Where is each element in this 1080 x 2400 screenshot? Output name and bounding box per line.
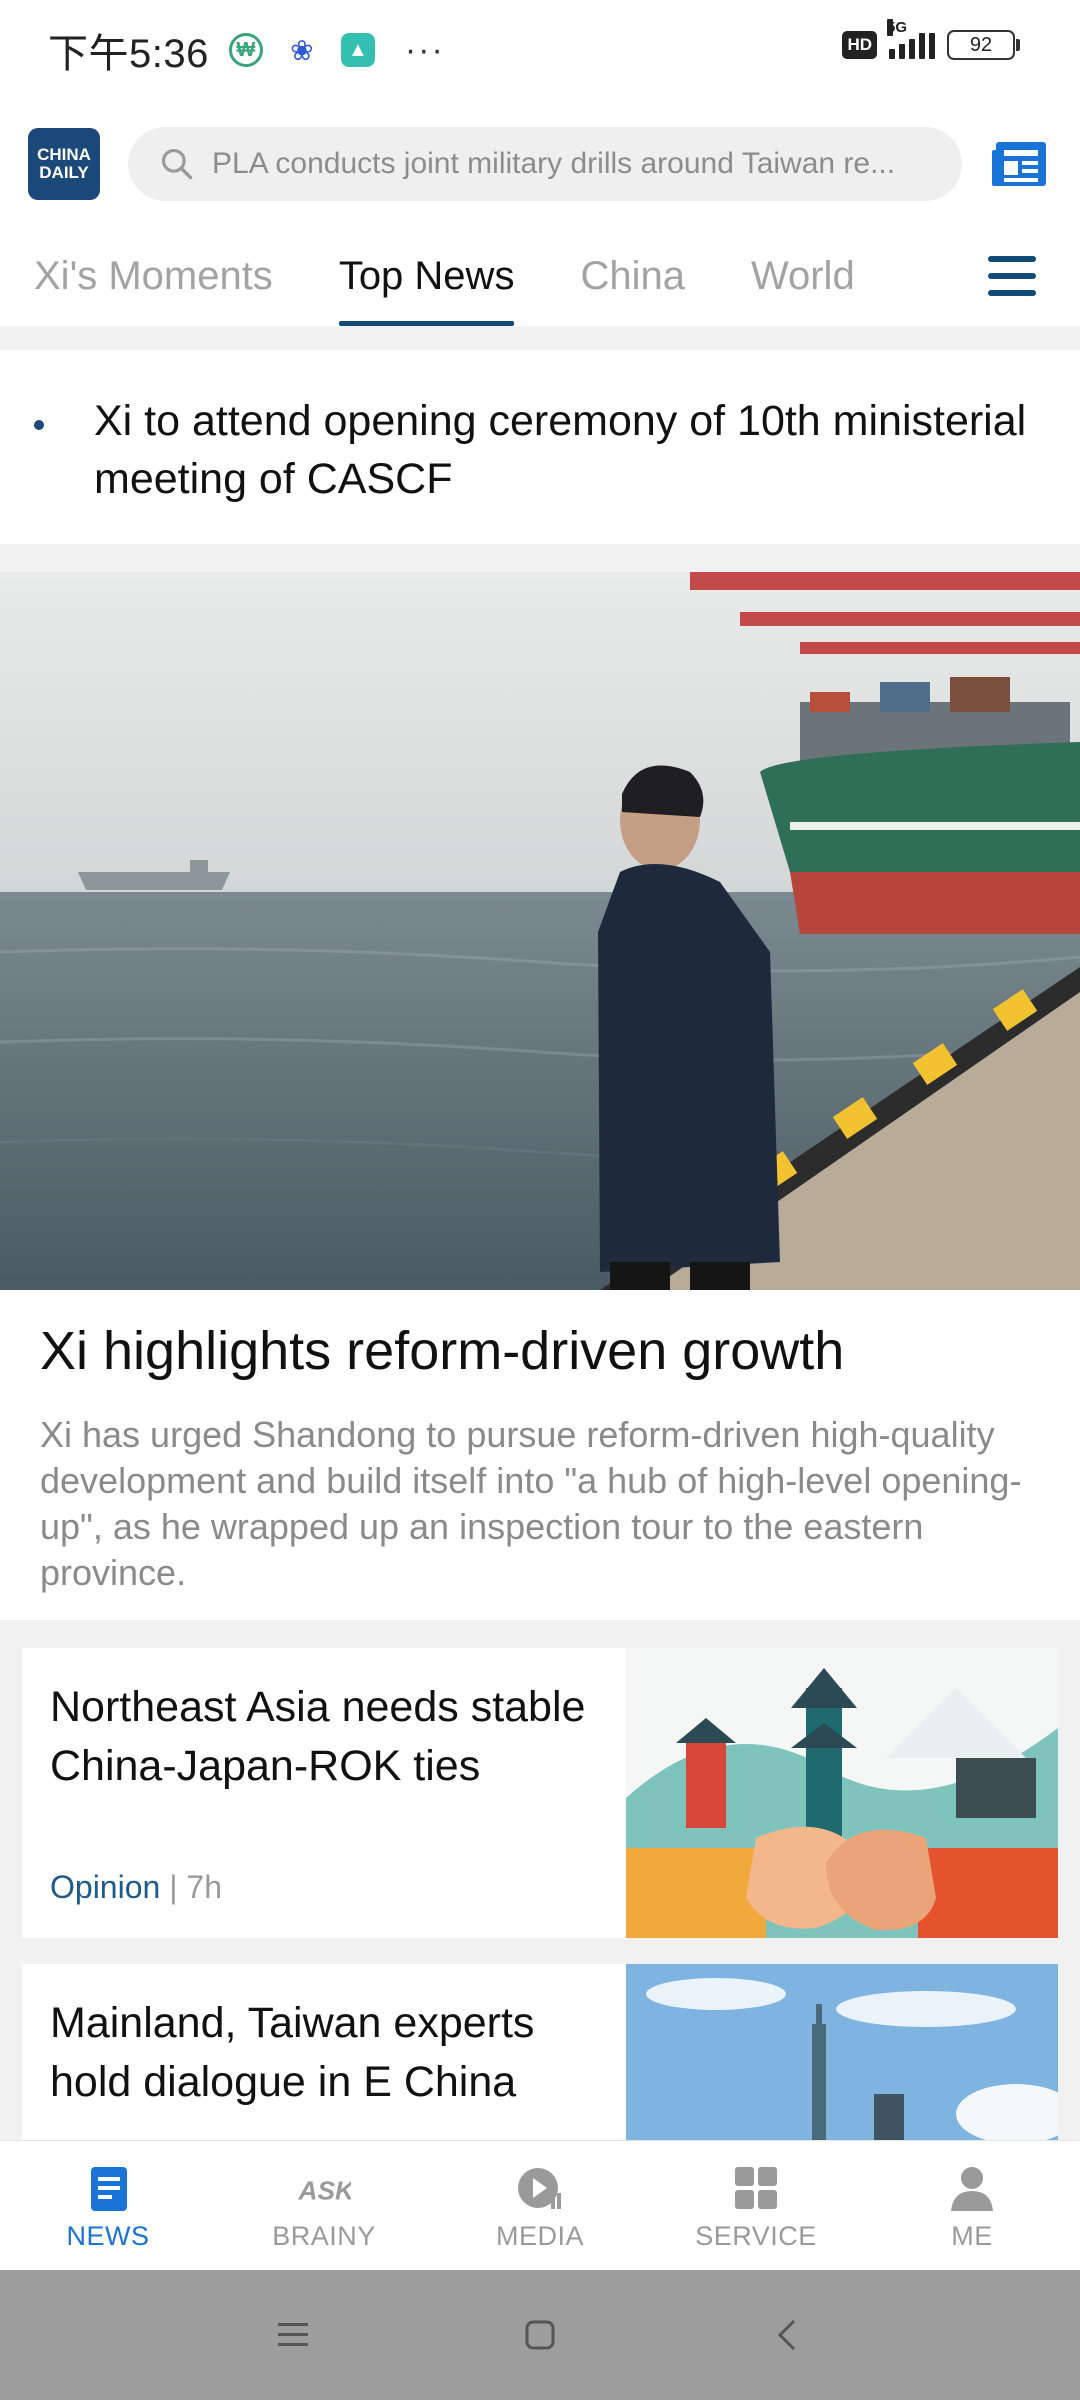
status-indicators: HD 5G 92 <box>842 19 1020 60</box>
logo-line-1: CHINA <box>37 145 91 164</box>
section-divider <box>0 544 1080 572</box>
status-app-icons: ₩ ❀ ▲ ··· <box>228 30 445 70</box>
nav-label: NEWS <box>66 2221 150 2251</box>
card-title: Mainland, Taiwan experts hold dialogue i… <box>50 1999 535 2106</box>
nav-media[interactable]: MEDIA <box>432 2141 648 2270</box>
tab-top-news[interactable]: Top News <box>338 240 514 326</box>
system-navigation-bar <box>0 2270 1080 2400</box>
app-store-icon: ▲ <box>340 33 375 67</box>
nav-label: BRAINY <box>272 2221 376 2251</box>
nav-label: MEDIA <box>495 2221 584 2251</box>
section-divider <box>0 326 1080 350</box>
china-daily-logo[interactable]: CHINA DAILY <box>28 128 100 200</box>
ask-icon: ASK <box>298 2176 351 2206</box>
play-icon <box>518 2168 561 2209</box>
search-icon <box>161 148 193 180</box>
tab-china[interactable]: China <box>580 240 685 326</box>
category-tabs: Xi's Moments Top News China World <box>0 240 1080 326</box>
nav-me[interactable]: ME <box>864 2141 1080 2270</box>
recent-apps-icon[interactable] <box>263 2305 323 2365</box>
card-thumbnail <box>626 1648 1058 1938</box>
nav-news[interactable]: NEWS <box>0 2141 216 2270</box>
bottom-navigation: NEWS ASK BRAINY MEDIA SERVICE ME <box>0 2140 1080 2270</box>
epaper-icon[interactable] <box>990 136 1050 192</box>
back-icon[interactable] <box>757 2305 817 2365</box>
tab-world[interactable]: World <box>751 240 855 326</box>
news-card[interactable]: Northeast Asia needs stable China-Japan-… <box>22 1648 1058 1938</box>
person-icon <box>951 2167 993 2211</box>
hero-image[interactable] <box>0 572 1080 1290</box>
svg-text:ASK: ASK <box>298 2176 351 2206</box>
nav-label: SERVICE <box>695 2221 817 2251</box>
card-meta: Opinion | 7h <box>50 1869 222 1906</box>
tab-xis-moments[interactable]: Xi's Moments <box>34 240 273 326</box>
card-thumbnail <box>626 1964 1058 2140</box>
home-icon[interactable] <box>510 2305 570 2365</box>
nav-brainy[interactable]: ASK BRAINY <box>216 2141 432 2270</box>
app-header: CHINA DAILY PLA conducts joint military … <box>0 118 1080 210</box>
card-category[interactable]: Opinion <box>50 1869 160 1905</box>
grid-icon <box>735 2167 777 2209</box>
news-card[interactable]: Mainland, Taiwan experts hold dialogue i… <box>22 1964 1058 2140</box>
news-icon <box>91 2167 127 2211</box>
baidu-paw-icon: ❀ <box>284 33 319 67</box>
bullet-icon <box>34 420 44 430</box>
card-title: Northeast Asia needs stable China-Japan-… <box>50 1683 586 1790</box>
nav-service[interactable]: SERVICE <box>648 2141 864 2270</box>
battery-level: 92 <box>947 30 1015 60</box>
status-time: 下午5:36 <box>48 32 209 76</box>
wechat-pay-icon: ₩ <box>228 33 263 67</box>
signal-icon: 5G <box>887 19 935 59</box>
search-bar[interactable]: PLA conducts joint military drills aroun… <box>128 127 962 201</box>
network-type: 5G <box>887 19 908 36</box>
meta-separator: | <box>160 1869 187 1905</box>
hd-badge: HD <box>842 31 877 59</box>
logo-line-2: DAILY <box>39 163 89 182</box>
battery-icon: 92 <box>947 30 1020 60</box>
search-input[interactable]: PLA conducts joint military drills aroun… <box>212 147 895 181</box>
headline-item[interactable]: Xi to attend opening ceremony of 10th mi… <box>0 350 1080 544</box>
status-bar: 下午5:36 ₩ ❀ ▲ ··· HD 5G 92 <box>0 0 1080 100</box>
hamburger-menu-icon[interactable] <box>988 256 1036 296</box>
status-more-icon: ··· <box>404 30 445 69</box>
hero-description: Xi has urged Shandong to pursue reform-d… <box>40 1414 1022 1593</box>
hero-title[interactable]: Xi highlights reform-driven growth <box>40 1316 1040 1386</box>
headline-text: Xi to attend opening ceremony of 10th mi… <box>94 397 1027 503</box>
card-time: 7h <box>186 1869 222 1905</box>
nav-label: ME <box>951 2221 993 2251</box>
